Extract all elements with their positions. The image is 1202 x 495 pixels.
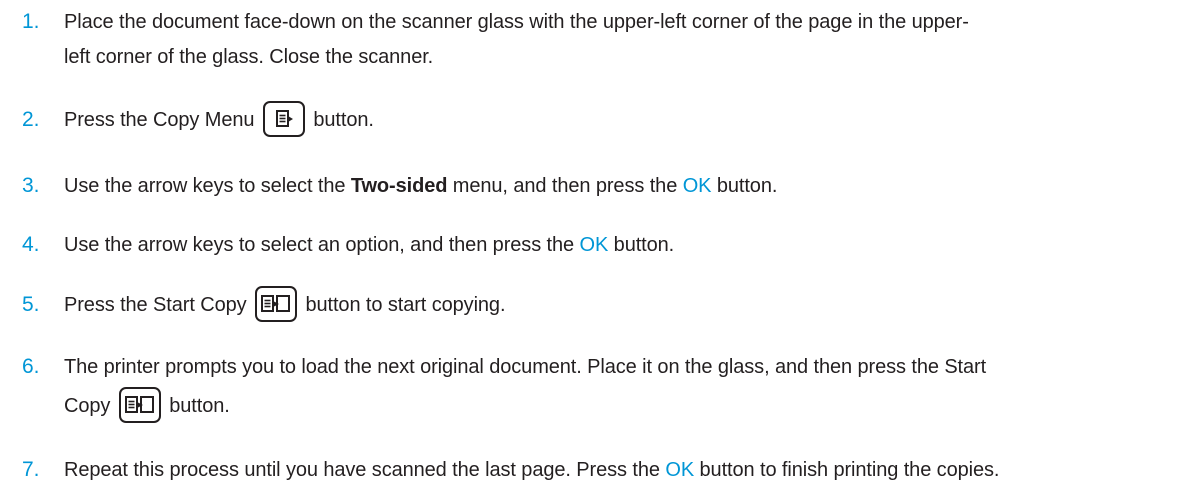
step-text-line: Copy button. (64, 386, 1176, 423)
ok-button-label: OK (665, 459, 695, 481)
step-number: 1. (22, 10, 40, 33)
step-text-line: left corner of the glass. Close the scan… (64, 46, 434, 68)
step-text-after: button to finish printing the copies. (694, 459, 1000, 481)
step-text-before: Press the Start Copy (64, 294, 247, 316)
step-text-before: Repeat this process until you have scann… (64, 459, 666, 481)
step-text: Repeat this process until you have scann… (64, 454, 1176, 486)
step-text: The printer prompts you to load the next… (64, 351, 1176, 423)
ok-button-label: OK (579, 234, 609, 256)
step-number: 7. (22, 458, 40, 481)
step-text-before: Use the arrow keys to select the (64, 175, 351, 197)
step-text-middle: menu, and then press the (447, 175, 683, 197)
step-number: 4. (22, 233, 40, 256)
step-text-before: Press the Copy Menu (64, 109, 255, 131)
step-text-after: button. (313, 109, 374, 131)
step-text: Press the Copy Menu button. (64, 100, 1176, 137)
step-text-after: button to start copying. (305, 294, 506, 316)
step-text: Use the arrow keys to select an option, … (64, 229, 1176, 261)
step-text: Press the Start Copy button to start cop… (64, 285, 1176, 322)
step-text-after: button. (169, 395, 230, 417)
step-text-after: button. (608, 234, 675, 256)
step-number: 5. (22, 293, 40, 316)
menu-name: Two-sided (350, 175, 448, 197)
step-text-after: button. (711, 175, 778, 197)
step-text-line: Place the document face-down on the scan… (64, 11, 969, 33)
step-number: 6. (22, 355, 40, 378)
ok-button-label: OK (682, 175, 712, 197)
step-text: Use the arrow keys to select the Two-sid… (64, 170, 1176, 202)
step-text-before: Use the arrow keys to select an option, … (64, 234, 580, 256)
start-copy-icon (255, 285, 297, 322)
step-text-before: Copy (64, 395, 111, 417)
step-number: 2. (22, 108, 40, 131)
copy-menu-icon (262, 100, 305, 137)
step-number: 3. (22, 174, 40, 197)
start-copy-icon (118, 386, 161, 423)
step-text-line: The printer prompts you to load the next… (64, 356, 987, 378)
step-text: Place the document face-down on the scan… (64, 6, 1176, 73)
